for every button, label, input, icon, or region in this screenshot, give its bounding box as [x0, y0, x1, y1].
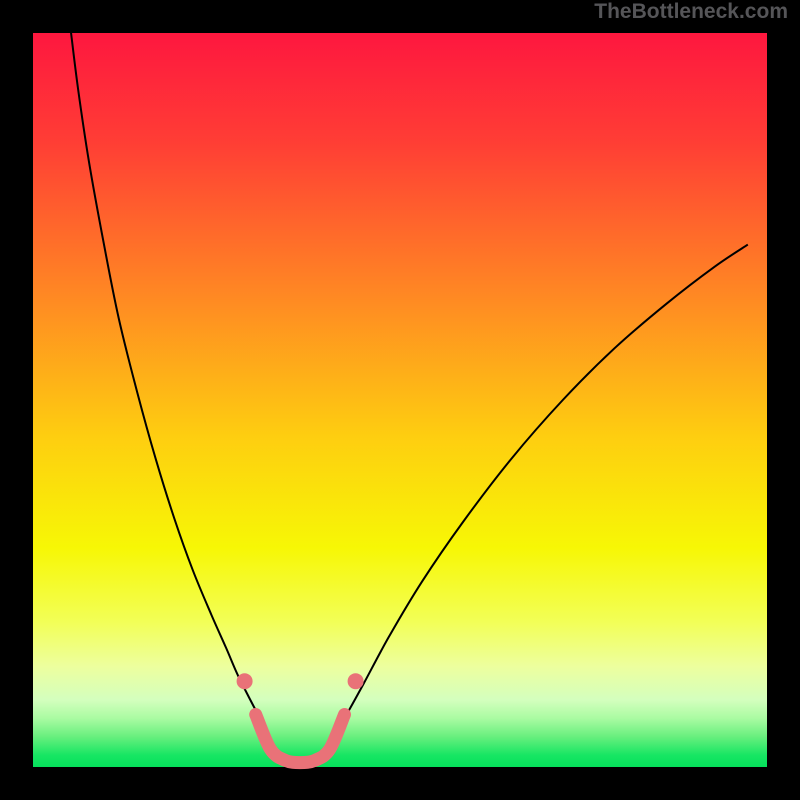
plot-background — [30, 30, 770, 770]
valley-end-points-point — [237, 673, 253, 689]
attribution-text: TheBottleneck.com — [594, 0, 788, 24]
valley-end-points-point — [348, 673, 364, 689]
chart-container: TheBottleneck.com — [0, 0, 800, 800]
bottleneck-chart — [0, 0, 800, 800]
